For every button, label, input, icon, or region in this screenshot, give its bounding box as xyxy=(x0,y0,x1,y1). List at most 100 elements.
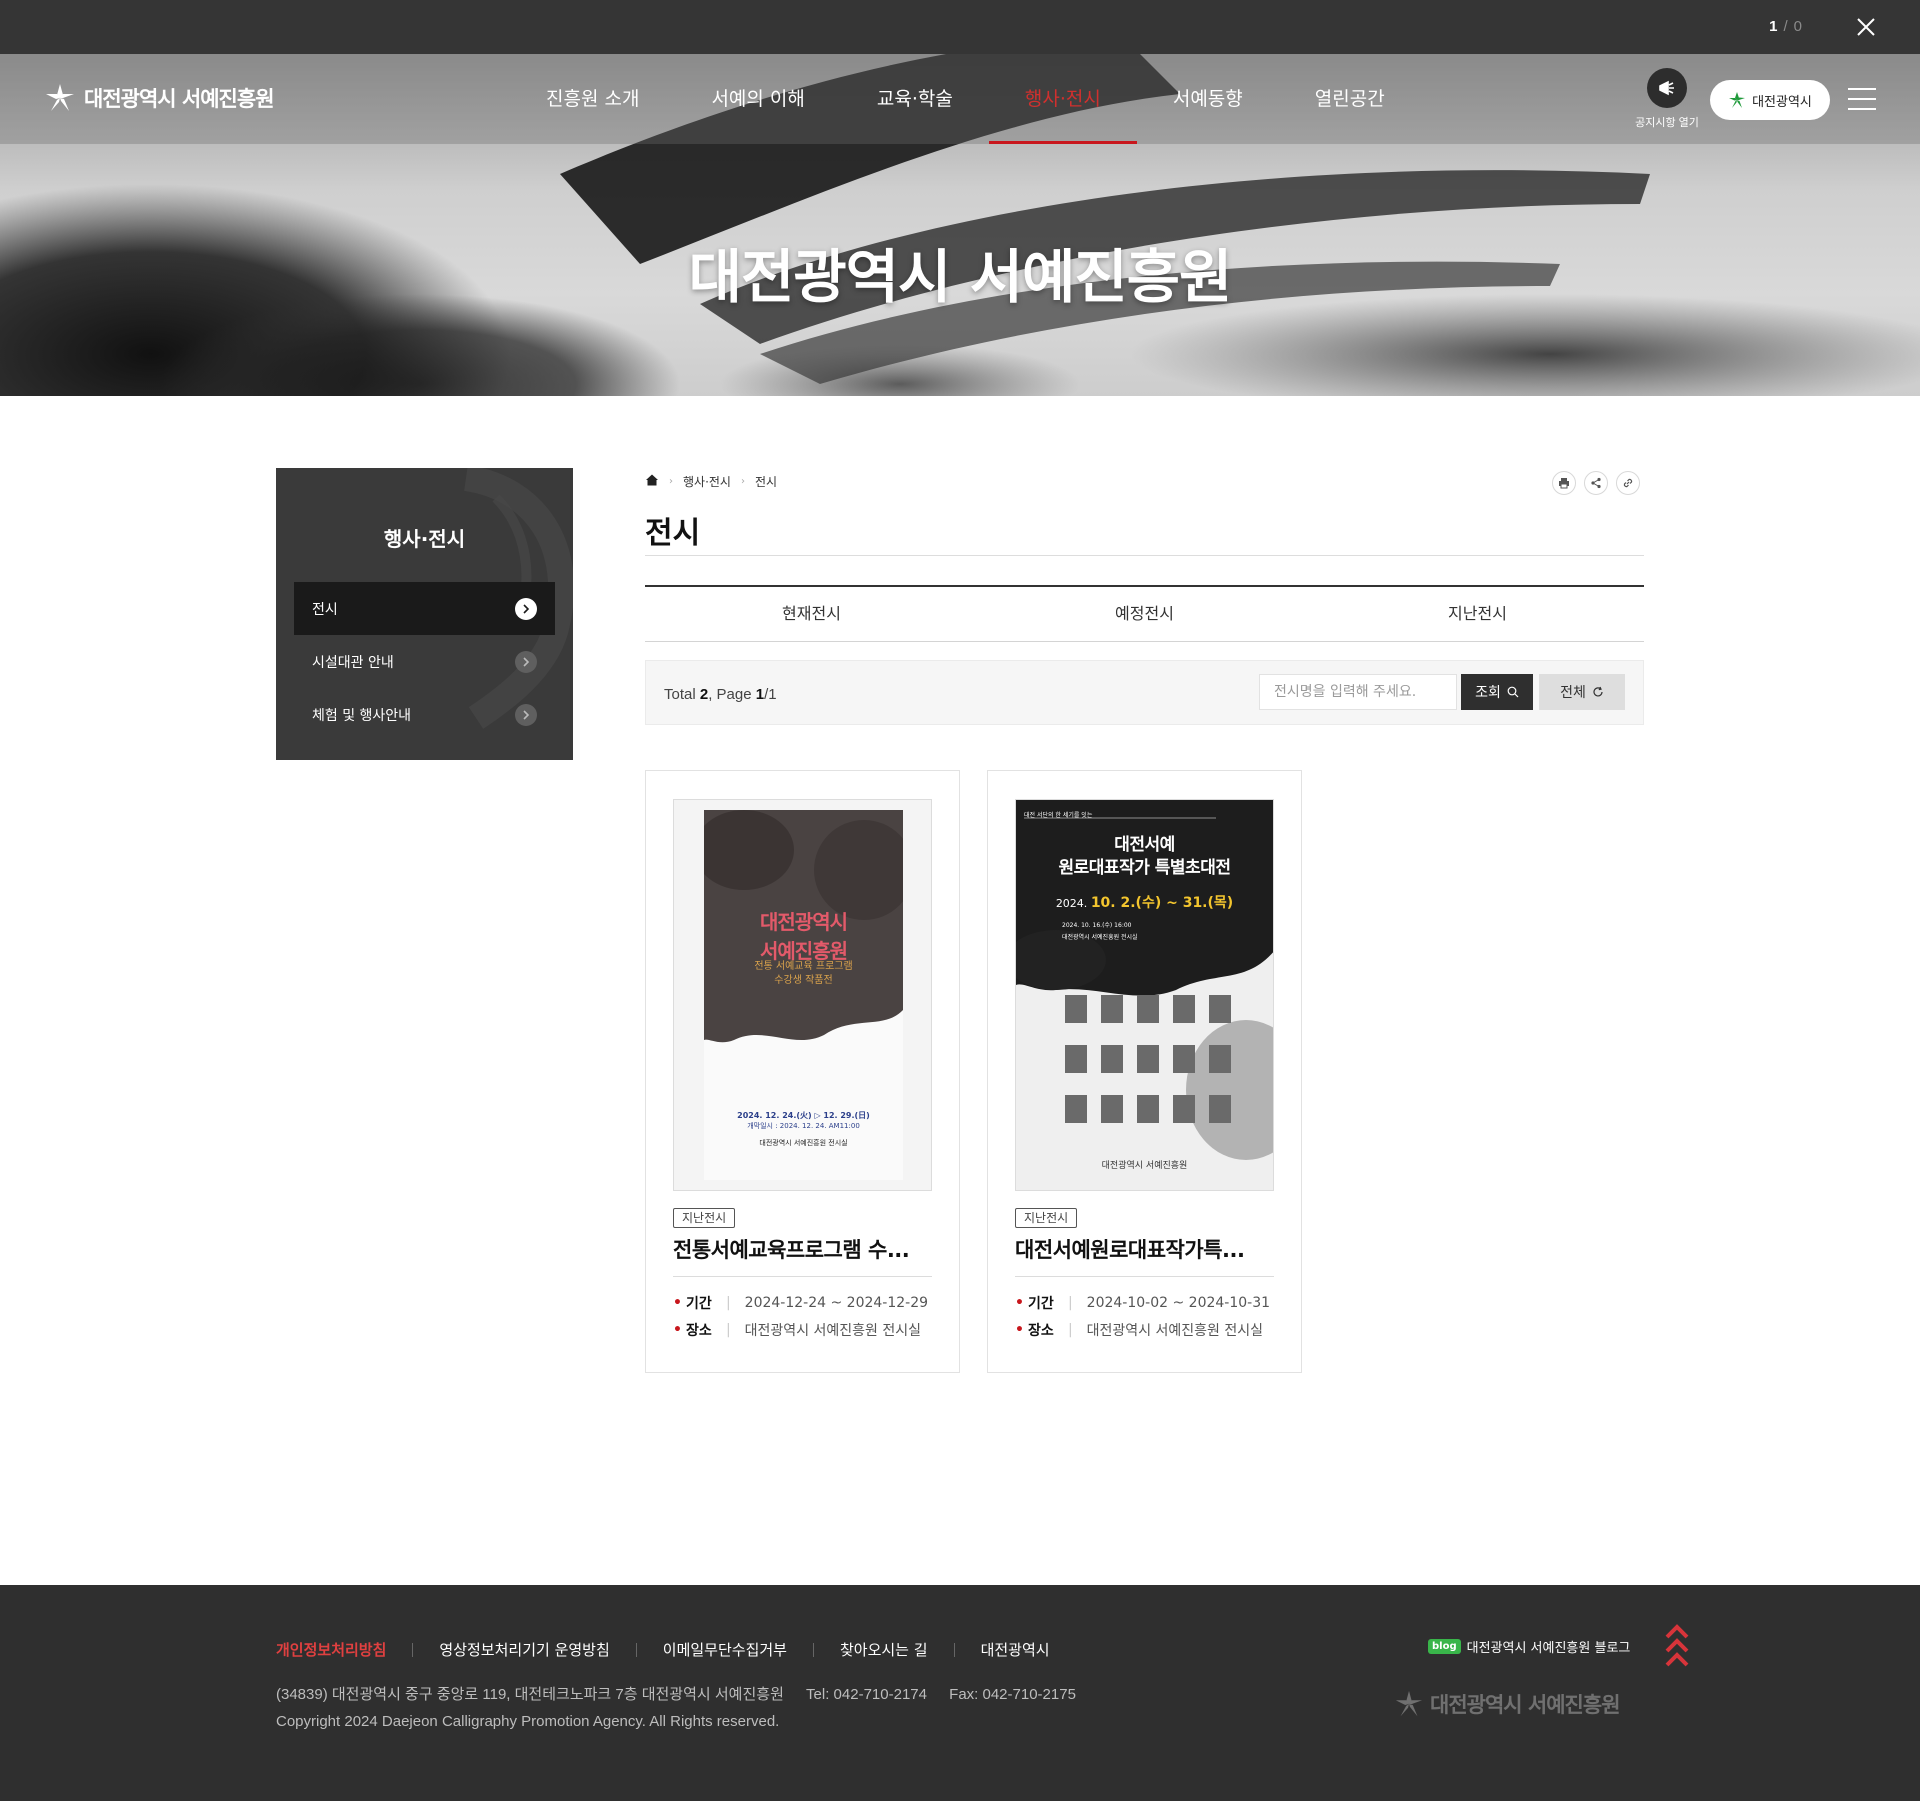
meta-separator: | xyxy=(1067,1295,1073,1311)
chevron-right-icon xyxy=(515,597,537,620)
notice-open-label: 공지시항 열기 xyxy=(1635,117,1699,129)
poster-date-prefix: 2024. xyxy=(1055,897,1088,910)
main-navigation: 진흥원 소개 서예의 이해 교육·학술 행사·전시 서예동향 열린공간 xyxy=(510,54,1421,144)
nav-item-events[interactable]: 행사·전시 xyxy=(988,54,1137,144)
search-icon xyxy=(1507,686,1519,698)
pager-current: 1 xyxy=(1769,18,1778,35)
period-label: 기간 xyxy=(685,1296,712,1312)
breadcrumb-separator: › xyxy=(669,476,673,487)
poster-date: 2024. 10. 2.(수) ~ 31.(목) xyxy=(1016,892,1273,912)
place-label: 장소 xyxy=(685,1323,712,1339)
bullet-icon: • xyxy=(673,1322,682,1338)
exhibition-card[interactable]: 대전 서단의 한 세기를 잇는 대전서예 원로대표작가 특별초대전 2024. … xyxy=(987,770,1302,1373)
poster-info: 2024. 10. 16.(수) 16:00 대전광역시 서예진흥원 전시실 xyxy=(1062,920,1138,944)
utility-icons xyxy=(1552,471,1640,495)
site-header: 대전광역시 서예진흥원 진흥원 소개 서예의 이해 교육·학술 행사·전시 서예… xyxy=(0,54,1920,144)
menu-icon[interactable] xyxy=(1848,88,1876,110)
footer-logo: 대전광역시 서예진흥원 xyxy=(1394,1689,1621,1719)
scroll-top-icon[interactable] xyxy=(1664,1623,1690,1671)
exhibition-card[interactable]: 대전광역시 서예진흥원 전통 서예교육 프로그램 수강생 작품전 2024. 1… xyxy=(645,770,960,1373)
nav-item-education[interactable]: 교육·학술 xyxy=(841,54,989,144)
sidebar-item-label: 체험 및 행사안내 xyxy=(312,707,412,724)
breadcrumb-level2[interactable]: 전시 xyxy=(755,473,777,490)
page-current: 1 xyxy=(755,686,765,703)
place-label: 장소 xyxy=(1027,1323,1054,1339)
poster-venue: 대전광역시 서예진흥원 전시실 xyxy=(1062,934,1138,941)
footer-separator xyxy=(812,1642,814,1657)
footer-blog-link[interactable]: blog 대전광역시 서예진흥원 블로그 xyxy=(1428,1637,1630,1656)
exhibition-tabs: 현재전시 예정전시 지난전시 xyxy=(645,585,1644,642)
megaphone-icon xyxy=(1647,68,1687,108)
poster-subtitle-line1: 전통 서예교육 프로그램 xyxy=(754,961,853,972)
breadcrumb-separator: › xyxy=(740,476,745,487)
share-icon[interactable] xyxy=(1584,471,1608,495)
search-panel: Total 2, Page 1/1 조회 전체 xyxy=(645,660,1644,725)
footer-links: 개인정보처리방침 영상정보처리기기 운영방침 이메일무단수집거부 찾아오시는 길… xyxy=(276,1639,1050,1660)
poster-venue: 대전광역시 서예진흥원 전시실 xyxy=(759,1139,848,1147)
page-title: 전시 xyxy=(645,516,701,551)
footer-link-directions[interactable]: 찾아오시는 길 xyxy=(840,1639,928,1660)
search-button[interactable]: 조회 xyxy=(1461,674,1533,710)
poster-title-line2: 원로대표작가 특별초대전 xyxy=(1058,858,1231,878)
tab-upcoming-exhibitions[interactable]: 예정전시 xyxy=(978,587,1311,641)
pager-separator: / xyxy=(1783,18,1788,35)
sidebar-item-experience-events[interactable]: 체험 및 행사안내 xyxy=(294,688,555,741)
link-icon[interactable] xyxy=(1616,471,1640,495)
close-icon[interactable] xyxy=(1852,13,1880,41)
footer-fax: Fax: 042-710-2175 xyxy=(949,1686,1076,1703)
sidebar-item-exhibition[interactable]: 전시 xyxy=(294,582,555,635)
footer-link-cctv-policy[interactable]: 영상정보처리기기 운영방침 xyxy=(439,1639,609,1660)
daejeon-city-button[interactable]: 대전광역시 xyxy=(1710,80,1830,120)
search-input[interactable] xyxy=(1259,674,1457,710)
bullet-icon: • xyxy=(673,1295,682,1311)
chevron-right-icon xyxy=(515,650,537,673)
city-button-label: 대전광역시 xyxy=(1752,93,1812,109)
nav-item-about[interactable]: 진흥원 소개 xyxy=(510,54,675,144)
page-label: Page xyxy=(716,686,752,703)
card-title[interactable]: 대전서예원로대표작가특... xyxy=(1015,1234,1274,1264)
card-period: • 기간 | 2024-12-24 ~ 2024-12-29 xyxy=(673,1293,928,1313)
card-place: • 장소 | 대전광역시 서예진흥원 전시실 xyxy=(673,1320,921,1340)
logo-emblem-icon xyxy=(1395,1690,1423,1717)
poster-details: 2024. 12. 24.(火) ▷ 12. 29.(日) 개막일시 : 202… xyxy=(704,1110,903,1149)
poster-subtitle-line2: 수강생 작품전 xyxy=(774,975,833,986)
footer-link-daejeon[interactable]: 대전광역시 xyxy=(981,1639,1050,1660)
poster-footer: 대전광역시 서예진흥원 xyxy=(1101,1161,1188,1171)
card-title[interactable]: 전통서예교육프로그램 수... xyxy=(673,1234,932,1264)
notice-open-button[interactable]: 공지시항 열기 xyxy=(1632,68,1702,130)
tab-current-exhibitions[interactable]: 현재전시 xyxy=(645,587,978,641)
tab-past-exhibitions[interactable]: 지난전시 xyxy=(1311,587,1644,641)
poster-opening: 2024. 10. 16.(수) 16:00 xyxy=(1062,922,1132,929)
period-value: 2024-12-24 ~ 2024-12-29 xyxy=(744,1295,929,1311)
breadcrumb-level1[interactable]: 행사·전시 xyxy=(683,473,731,490)
nav-item-open-space[interactable]: 열린공간 xyxy=(1279,54,1421,144)
sidebar-item-facility-rental[interactable]: 시설대관 안내 xyxy=(294,635,555,688)
notice-pager: 1 / 0 xyxy=(1769,18,1802,35)
chevron-right-icon xyxy=(515,703,537,726)
poster-subtitle: 대전 서단의 한 세기를 잇는 xyxy=(1024,812,1093,819)
blog-icon: blog xyxy=(1428,1639,1461,1654)
sidebar-item-label: 시설대관 안내 xyxy=(312,654,394,671)
print-icon[interactable] xyxy=(1552,471,1576,495)
nav-item-understanding[interactable]: 서예의 이해 xyxy=(675,54,840,144)
nav-item-trends[interactable]: 서예동향 xyxy=(1137,54,1279,144)
footer-link-email-refusal[interactable]: 이메일무단수집거부 xyxy=(663,1639,787,1660)
footer-link-privacy[interactable]: 개인정보처리방침 xyxy=(276,1639,386,1660)
sidebar-title: 행사·전시 xyxy=(383,527,466,551)
place-value: 대전광역시 서예진흥원 전시실 xyxy=(1086,1323,1264,1339)
logo-text: 대전광역시 서예진흥원 xyxy=(84,87,275,111)
footer-separator xyxy=(635,1642,637,1657)
reset-button-label: 전체 xyxy=(1560,685,1586,701)
home-icon[interactable] xyxy=(645,473,659,490)
poster-title: 대전서예 원로대표작가 특별초대전 xyxy=(1016,834,1273,880)
place-value: 대전광역시 서예진흥원 전시실 xyxy=(744,1323,922,1339)
poster-subtitle: 전통 서예교육 프로그램 수강생 작품전 xyxy=(704,960,903,988)
poster-date-highlight: 10. 2.(수) ~ 31.(목) xyxy=(1090,895,1234,911)
poster-title-line1: 대전서예 xyxy=(1114,835,1175,855)
site-logo[interactable]: 대전광역시 서예진흥원 xyxy=(44,82,275,114)
reset-button[interactable]: 전체 xyxy=(1539,674,1625,710)
exhibition-poster: 대전광역시 서예진흥원 전통 서예교육 프로그램 수강생 작품전 2024. 1… xyxy=(673,799,932,1191)
title-divider xyxy=(645,555,1644,556)
result-count: Total 2, Page 1/1 xyxy=(664,686,777,703)
hero-title: 대전광역시 서예진흥원 xyxy=(688,243,1233,311)
